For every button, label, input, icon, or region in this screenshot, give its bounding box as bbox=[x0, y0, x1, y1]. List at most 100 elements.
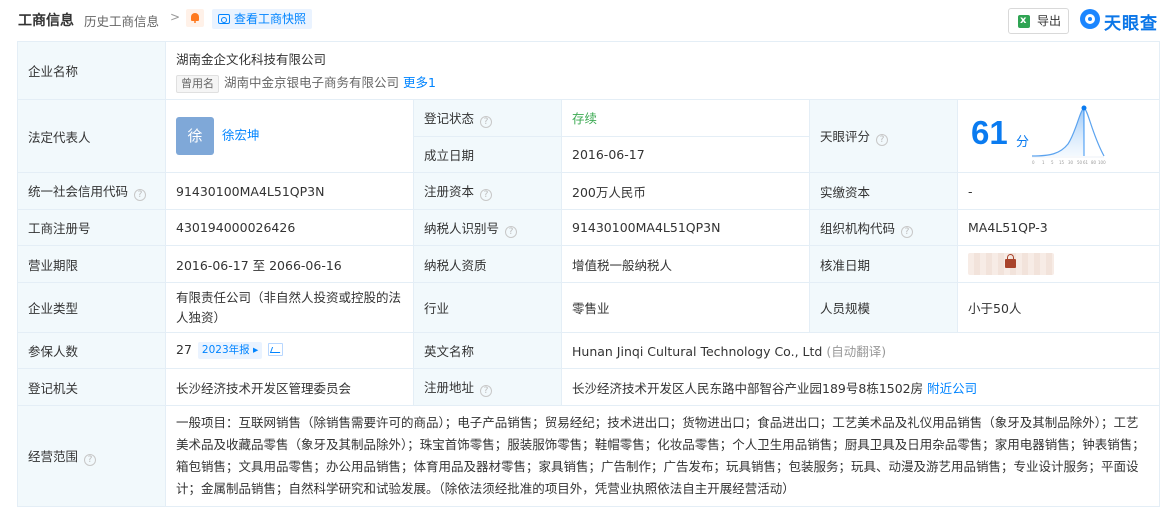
status-label-cell: 登记状态? bbox=[413, 99, 562, 137]
taxpayer-id-label-cell: 纳税人识别号? bbox=[413, 209, 562, 246]
term-label: 营业期限 bbox=[17, 245, 166, 283]
help-icon[interactable]: ? bbox=[876, 134, 889, 146]
org-code-label-cell: 组织机构代码? bbox=[809, 209, 958, 246]
help-icon[interactable]: ? bbox=[901, 225, 914, 238]
staff-size-label: 人员规模 bbox=[809, 282, 958, 333]
score-cell[interactable]: 61 分 0 1 5 15 30 50 61 80 100 bbox=[956, 99, 1161, 173]
reg-address-cell: 长沙经济技术开发区人民东路中部智谷产业园189号8栋1502房 附近公司 bbox=[560, 368, 1161, 406]
reg-authority-label: 登记机关 bbox=[17, 368, 166, 406]
used-name-tag: 曾用名 bbox=[176, 74, 219, 93]
reg-number-value: 430194000026426 bbox=[165, 209, 414, 246]
trend-chart-icon[interactable] bbox=[268, 343, 284, 356]
score-axis-tick: 5 bbox=[1051, 160, 1054, 165]
score-axis-tick: 30 bbox=[1068, 160, 1074, 165]
score-label: 天眼评分 bbox=[820, 129, 871, 144]
help-icon[interactable]: ? bbox=[505, 225, 518, 238]
annual-report-label: 2023年报 bbox=[201, 344, 250, 356]
score-axis-tick: 15 bbox=[1059, 160, 1065, 165]
score-marker-dot bbox=[1081, 105, 1087, 111]
term-value: 2016-06-17 至 2066-06-16 bbox=[165, 245, 414, 283]
used-name-row: 曾用名 湖南中金京银电子商务有限公司 更多1 bbox=[176, 72, 1149, 93]
avatar[interactable]: 徐 bbox=[176, 117, 214, 155]
legal-rep-label: 法定代表人 bbox=[17, 99, 166, 173]
credit-code-value: 91430100MA4L51QP3N bbox=[165, 172, 414, 210]
taxpayer-qual-value: 增值税一般纳税人 bbox=[561, 245, 810, 283]
scope-label: 经营范围 bbox=[28, 449, 79, 464]
company-name-cell: 湖南金企文化科技有限公司 曾用名 湖南中金京银电子商务有限公司 更多1 bbox=[164, 41, 1161, 100]
company-name: 湖南金企文化科技有限公司 bbox=[176, 51, 327, 67]
score-unit: 分 bbox=[1016, 135, 1030, 150]
section-header: 工商信息 历史工商信息 > 查看工商快照 导出 天眼查 bbox=[0, 0, 1161, 40]
view-snapshot-button[interactable]: 查看工商快照 bbox=[212, 9, 313, 29]
lock-icon bbox=[1005, 254, 1016, 268]
brand-name: 天眼查 bbox=[1104, 14, 1158, 34]
approval-date-cell[interactable] bbox=[956, 245, 1161, 283]
credit-code-label-cell: 统一社会信用代码? bbox=[17, 172, 166, 210]
english-name-cell: Hunan Jinqi Cultural Technology Co., Ltd… bbox=[560, 332, 1161, 369]
view-snapshot-label: 查看工商快照 bbox=[234, 12, 307, 26]
used-name: 湖南中金京银电子商务有限公司 bbox=[224, 74, 400, 90]
score-label-cell: 天眼评分? bbox=[809, 99, 958, 173]
paid-capital-label: 实缴资本 bbox=[809, 172, 958, 210]
export-button[interactable]: 导出 bbox=[1008, 8, 1069, 34]
more-used-names-link[interactable]: 更多1 bbox=[403, 75, 436, 90]
taxpayer-qual-label: 纳税人资质 bbox=[413, 245, 562, 283]
english-name-value: Hunan Jinqi Cultural Technology Co., Ltd bbox=[572, 344, 823, 359]
staff-size-value: 小于50人 bbox=[956, 282, 1161, 333]
established-value: 2016-06-17 bbox=[561, 135, 810, 173]
status-label: 登记状态 bbox=[424, 110, 475, 126]
industry-value: 零售业 bbox=[561, 282, 810, 333]
company-type-value: 有限责任公司（非自然人投资或控股的法人独资） bbox=[165, 282, 414, 333]
score-axis-tick: 1 bbox=[1042, 160, 1045, 165]
eye-logo-icon bbox=[1080, 9, 1100, 29]
credit-code-label: 统一社会信用代码 bbox=[28, 184, 129, 199]
nearby-companies-link[interactable]: 附近公司 bbox=[927, 381, 977, 396]
chevron-right-icon: > bbox=[170, 10, 181, 24]
annual-report-badge[interactable]: 2023年报 ▸ bbox=[197, 342, 263, 359]
score-curve-chart: 0 1 5 15 30 50 61 80 100 bbox=[1031, 105, 1106, 165]
excel-icon bbox=[1018, 9, 1030, 33]
reg-address-label-cell: 注册地址? bbox=[413, 368, 562, 406]
camera-icon bbox=[218, 14, 230, 24]
score-axis-tick: 61 bbox=[1083, 160, 1089, 165]
scope-label-cell: 经营范围? bbox=[17, 405, 166, 507]
reg-number-label: 工商注册号 bbox=[17, 209, 166, 246]
reg-address-value: 长沙经济技术开发区人民东路中部智谷产业园189号8栋1502房 bbox=[572, 380, 924, 396]
score-curve-fill bbox=[1032, 108, 1084, 156]
taxpayer-id-label: 纳税人识别号 bbox=[424, 220, 500, 236]
help-icon[interactable]: ? bbox=[84, 454, 97, 466]
established-label: 成立日期 bbox=[413, 135, 562, 173]
help-icon[interactable]: ? bbox=[134, 189, 147, 201]
bell-icon[interactable] bbox=[186, 9, 204, 27]
approval-date-label: 核准日期 bbox=[809, 245, 958, 283]
reg-capital-label-cell: 注册资本? bbox=[413, 172, 562, 210]
company-type-label: 企业类型 bbox=[17, 282, 166, 333]
reg-authority-value: 长沙经济技术开发区管理委员会 bbox=[165, 368, 414, 406]
reg-capital-label: 注册资本 bbox=[424, 184, 475, 199]
org-code-label: 组织机构代码 bbox=[820, 220, 896, 236]
business-info-table: 企业名称 湖南金企文化科技有限公司 曾用名 湖南中金京银电子商务有限公司 更多1 … bbox=[17, 41, 1161, 507]
score-axis-tick: 80 bbox=[1091, 160, 1097, 165]
locked-value[interactable] bbox=[968, 253, 1054, 275]
auto-translate-note: (自动翻译) bbox=[826, 344, 887, 359]
english-name-label: 英文名称 bbox=[413, 332, 562, 369]
legal-rep-name[interactable]: 徐宏坤 bbox=[222, 128, 260, 143]
status-value: 存续 bbox=[561, 99, 810, 137]
score-axis-tick: 50 bbox=[1077, 160, 1083, 165]
help-icon[interactable]: ? bbox=[480, 115, 493, 128]
company-name-label: 企业名称 bbox=[17, 41, 166, 100]
score-value: 61 bbox=[971, 114, 1008, 151]
insured-cell: 27 2023年报 ▸ bbox=[165, 332, 414, 369]
score-axis-tick: 0 bbox=[1032, 160, 1035, 165]
help-icon[interactable]: ? bbox=[480, 385, 493, 397]
insured-value: 27 bbox=[176, 342, 192, 357]
export-label: 导出 bbox=[1037, 14, 1062, 28]
industry-label: 行业 bbox=[413, 282, 562, 333]
help-icon[interactable]: ? bbox=[480, 189, 493, 201]
taxpayer-id-value: 91430100MA4L51QP3N bbox=[561, 209, 810, 246]
reg-address-label: 注册地址 bbox=[424, 380, 475, 395]
org-code-value: MA4L51QP-3 bbox=[956, 209, 1161, 246]
scope-value: 一般项目：互联网销售（除销售需要许可的商品）；电子产品销售；贸易经纪；技术进出口… bbox=[164, 405, 1161, 507]
history-info-link[interactable]: 历史工商信息 bbox=[84, 11, 159, 30]
legal-rep-cell: 徐徐宏坤 bbox=[165, 99, 414, 173]
